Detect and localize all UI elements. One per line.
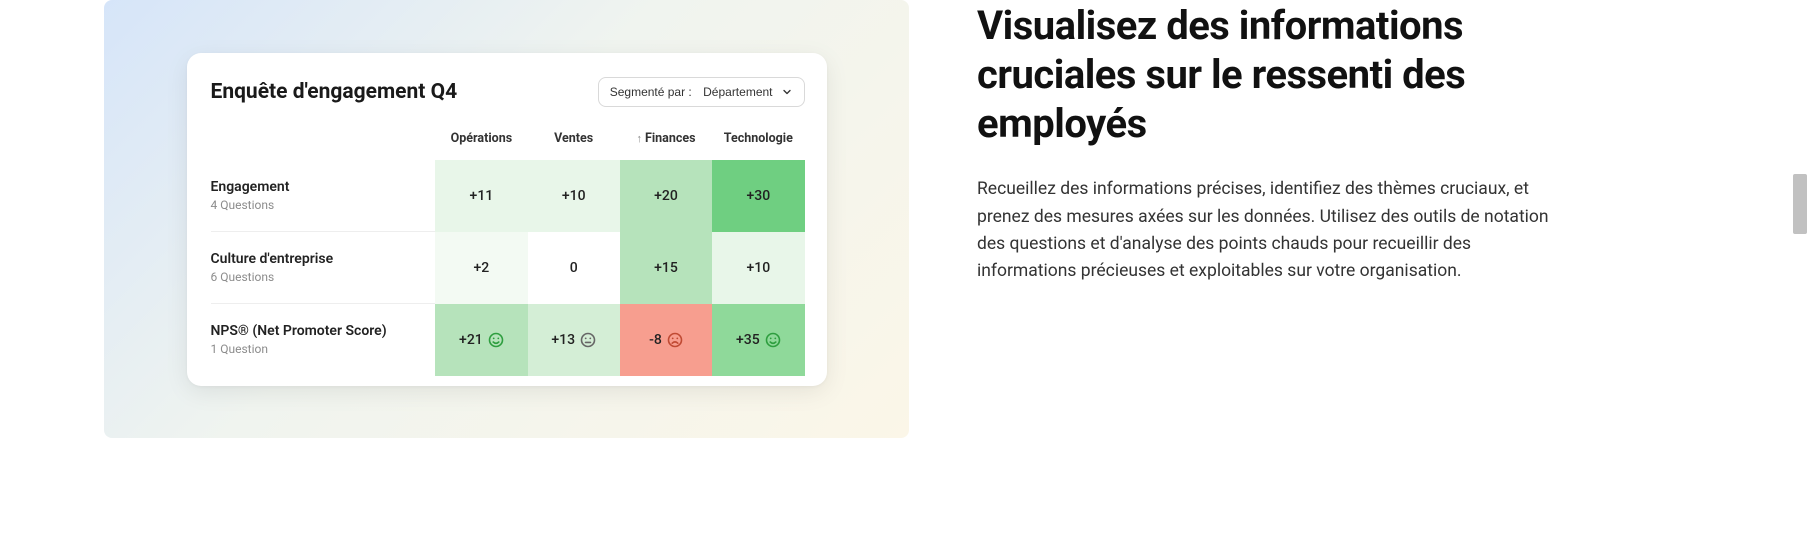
heatmap-cell[interactable]: +10 <box>712 232 804 304</box>
face-smile-icon <box>765 332 781 348</box>
heatmap-cell[interactable]: +15 <box>620 232 712 304</box>
row-label-cell: NPS® (Net Promoter Score) 1 Question <box>211 304 436 376</box>
segment-by-value: Département <box>703 85 772 99</box>
table-row: Culture d'entreprise 6 Questions +2 0 +15 +10 <box>211 232 805 304</box>
survey-heatmap-card: Enquête d'engagement Q4 Segmenté par : D… <box>187 53 827 386</box>
heatmap-cell[interactable]: -8 <box>620 304 712 376</box>
cell-value: +15 <box>654 260 678 276</box>
face-sad-icon <box>667 332 683 348</box>
column-header[interactable]: Ventes <box>528 131 620 160</box>
page-scrollbar-thumb[interactable] <box>1793 174 1807 234</box>
cell-value: +30 <box>746 188 770 204</box>
segment-by-label: Segmenté par : <box>610 85 692 99</box>
heatmap-cell[interactable]: +20 <box>620 160 712 232</box>
row-label-cell: Culture d'entreprise 6 Questions <box>211 232 436 304</box>
row-title: NPS® (Net Promoter Score) <box>211 323 428 339</box>
chevron-down-icon <box>781 86 793 98</box>
face-smile-icon <box>488 332 504 348</box>
column-header[interactable]: ↑ Finances <box>620 131 712 160</box>
cell-value: +2 <box>474 260 490 276</box>
heatmap-cell[interactable]: +11 <box>435 160 527 232</box>
column-header[interactable]: Opérations <box>435 131 527 160</box>
row-title: Engagement <box>211 179 428 195</box>
table-row: Engagement 4 Questions +11 +10 +20 +30 <box>211 160 805 232</box>
cell-value: +11 <box>470 188 494 204</box>
table-row: NPS® (Net Promoter Score) 1 Question +21 +1… <box>211 304 805 376</box>
cell-value: +13 <box>551 332 575 348</box>
row-subtitle: 6 Questions <box>211 270 428 284</box>
sort-arrow-up-icon: ↑ <box>636 132 642 145</box>
segment-by-dropdown[interactable]: Segmenté par : Département <box>598 77 805 107</box>
heatmap-cell[interactable]: 0 <box>528 232 620 304</box>
heatmap-cell[interactable]: +30 <box>712 160 804 232</box>
cell-value: 0 <box>570 260 578 276</box>
card-title: Enquête d'engagement Q4 <box>211 80 458 104</box>
feature-heading: Visualisez des informations cruciales su… <box>977 2 1557 148</box>
feature-body: Recueillez des informations précises, id… <box>977 176 1557 285</box>
cell-value: -8 <box>649 332 662 348</box>
feature-illustration-panel: Enquête d'engagement Q4 Segmenté par : D… <box>104 0 909 438</box>
row-subtitle: 4 Questions <box>211 198 428 212</box>
heatmap-cell[interactable]: +10 <box>528 160 620 232</box>
cell-value: +10 <box>562 188 586 204</box>
cell-value: +35 <box>736 332 760 348</box>
heatmap-cell[interactable]: +35 <box>712 304 804 376</box>
cell-value: +21 <box>459 332 483 348</box>
table-header-row: Opérations Ventes ↑ Finances Tec <box>211 131 805 160</box>
heatmap-cell[interactable]: +2 <box>435 232 527 304</box>
heatmap-table: Opérations Ventes ↑ Finances Tec <box>211 131 805 376</box>
heatmap-cell[interactable]: +21 <box>435 304 527 376</box>
row-subtitle: 1 Question <box>211 342 428 356</box>
row-title: Culture d'entreprise <box>211 251 428 267</box>
feature-copy: Visualisez des informations cruciales su… <box>977 2 1557 285</box>
row-label-cell: Engagement 4 Questions <box>211 160 436 232</box>
column-header[interactable]: Technologie <box>712 131 804 160</box>
cell-value: +10 <box>746 260 770 276</box>
cell-value: +20 <box>654 188 678 204</box>
face-neutral-icon <box>580 332 596 348</box>
heatmap-cell[interactable]: +13 <box>528 304 620 376</box>
